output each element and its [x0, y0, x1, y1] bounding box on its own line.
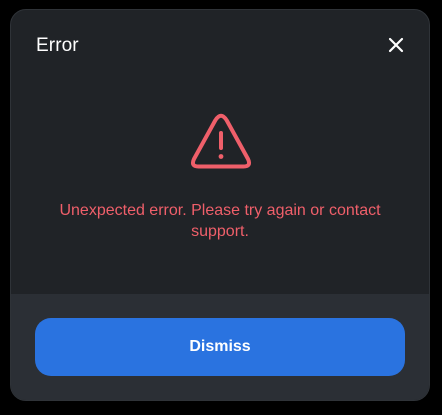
error-message: Unexpected error. Please try again or co… [59, 202, 381, 240]
dialog-body: Unexpected error. Please try again or co… [11, 82, 429, 294]
error-dialog: Error Unexpected error. Please try again… [10, 9, 430, 401]
dismiss-button[interactable]: Dismiss [35, 318, 405, 376]
warning-triangle-icon [190, 113, 252, 169]
dialog-title: Error [36, 35, 79, 56]
close-icon [388, 37, 404, 53]
dialog-footer: Dismiss [11, 294, 429, 400]
dialog-header: Error [11, 10, 429, 82]
close-button[interactable] [385, 34, 407, 56]
